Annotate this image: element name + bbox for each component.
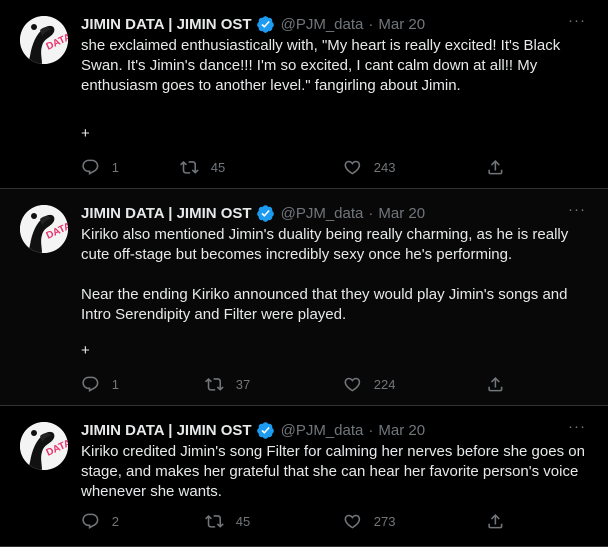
heart-icon [344, 160, 361, 175]
reply-icon [82, 376, 99, 392]
heart-icon [344, 377, 361, 392]
heart-icon [344, 514, 361, 529]
retweet-count: 45 [210, 159, 226, 175]
author-name[interactable]: JIMIN DATA | JIMIN OST [81, 422, 252, 439]
more-icon[interactable]: ··· [568, 202, 586, 217]
like-button[interactable]: 224 [343, 375, 395, 394]
share-icon [488, 377, 503, 392]
tweet-paragraph: Kiriko credited Jimin's song Filter for … [81, 443, 585, 500]
reply-count: 1 [111, 376, 119, 392]
avatar[interactable]: DATA [20, 16, 68, 64]
retweet-count: 37 [235, 376, 251, 392]
avatar[interactable]: DATA [20, 205, 68, 253]
author-handle[interactable]: @PJM_data [281, 205, 364, 222]
tweet-text: Kiriko also mentioned Jimin's duality be… [81, 225, 586, 325]
reply-icon [82, 513, 99, 529]
tweet-header: JIMIN DATA | JIMIN OST @PJM_data · Mar 2… [81, 202, 425, 224]
tweet-date[interactable]: Mar 20 [378, 422, 425, 439]
avatar-image: DATA [20, 422, 68, 470]
retweet-button[interactable]: 37 [205, 375, 250, 394]
tweet-paragraph: Near the ending Kiriko announced that th… [81, 286, 568, 323]
avatar-image: DATA [20, 16, 68, 64]
tweet[interactable]: DATA JIMIN DATA | JIMIN OST @PJM_data · … [0, 0, 608, 189]
like-count: 273 [373, 513, 396, 529]
tweet[interactable]: DATA JIMIN DATA | JIMIN OST @PJM_data · … [0, 189, 608, 406]
reply-icon [82, 159, 99, 175]
tweet-paragraph: she exclaimed enthusiastically with, "My… [81, 37, 561, 94]
share-icon [488, 160, 503, 175]
verified-badge-icon [256, 15, 274, 33]
verified-badge-icon [256, 421, 274, 439]
tweet-actions: 1 37 224 [81, 375, 511, 395]
reply-button[interactable]: 2 [81, 512, 119, 531]
verified-badge-icon [256, 204, 274, 222]
more-icon[interactable]: ··· [568, 13, 586, 28]
share-button[interactable] [486, 512, 505, 531]
share-button[interactable] [486, 158, 505, 177]
share-button[interactable] [486, 375, 505, 394]
separator-dot: · [368, 15, 374, 33]
tweet-date[interactable]: Mar 20 [378, 16, 425, 33]
share-icon [488, 514, 503, 529]
separator-dot: · [368, 204, 374, 222]
tweet-text: Kiriko credited Jimin's song Filter for … [81, 442, 586, 502]
separator-dot: · [368, 421, 374, 439]
author-name[interactable]: JIMIN DATA | JIMIN OST [81, 205, 252, 222]
thread-marker: + [81, 342, 90, 359]
like-count: 224 [373, 376, 396, 392]
tweet-text: she exclaimed enthusiastically with, "My… [81, 36, 586, 96]
avatar-image: DATA [20, 205, 68, 253]
tweet-date[interactable]: Mar 20 [378, 205, 425, 222]
author-handle[interactable]: @PJM_data [281, 16, 364, 33]
tweet-header: JIMIN DATA | JIMIN OST @PJM_data · Mar 2… [81, 13, 425, 35]
thread-marker: + [81, 125, 90, 142]
more-icon[interactable]: ··· [568, 419, 586, 434]
author-name[interactable]: JIMIN DATA | JIMIN OST [81, 16, 252, 33]
reply-button[interactable]: 1 [81, 158, 119, 177]
reply-count: 1 [111, 159, 119, 175]
avatar[interactable]: DATA [20, 422, 68, 470]
like-count: 243 [373, 159, 396, 175]
retweet-button[interactable]: 45 [205, 512, 250, 531]
tweet-actions: 2 45 273 [81, 512, 511, 532]
reply-count: 2 [111, 513, 119, 529]
reply-button[interactable]: 1 [81, 375, 119, 394]
retweet-count: 45 [235, 513, 251, 529]
retweet-icon [180, 161, 199, 174]
retweet-button[interactable]: 45 [180, 158, 225, 177]
timeline-feed: DATA JIMIN DATA | JIMIN OST @PJM_data · … [0, 0, 608, 547]
retweet-icon [205, 378, 224, 391]
like-button[interactable]: 273 [343, 512, 395, 531]
tweet-header: JIMIN DATA | JIMIN OST @PJM_data · Mar 2… [81, 419, 425, 441]
like-button[interactable]: 243 [343, 158, 395, 177]
tweet-actions: 1 45 243 [81, 158, 511, 178]
retweet-icon [205, 515, 224, 528]
tweet-paragraph: Kiriko also mentioned Jimin's duality be… [81, 226, 569, 263]
tweet[interactable]: DATA JIMIN DATA | JIMIN OST @PJM_data · … [0, 406, 608, 547]
author-handle[interactable]: @PJM_data [281, 422, 364, 439]
